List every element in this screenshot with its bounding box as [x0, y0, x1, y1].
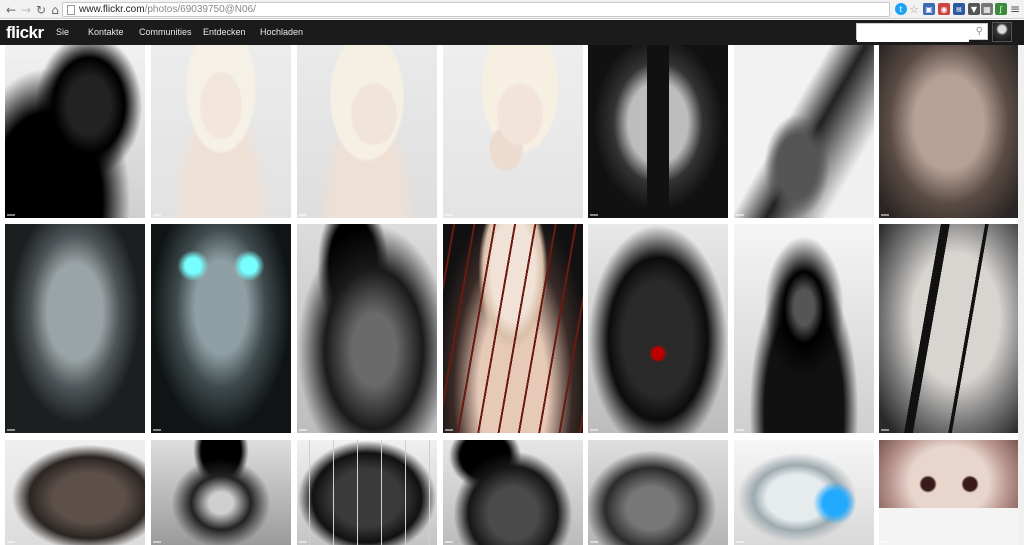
watermark: [153, 429, 161, 431]
extension-icon-1[interactable]: ▣: [923, 3, 935, 15]
photo-thumbnail[interactable]: [297, 440, 437, 545]
menu-icon[interactable]: ≡: [1009, 2, 1021, 16]
watermark: [590, 541, 598, 543]
nav-hochladen[interactable]: Hochladen: [260, 27, 303, 37]
watermark: [736, 429, 744, 431]
photo-thumbnail[interactable]: [734, 224, 874, 433]
photo-thumbnail[interactable]: [151, 224, 291, 433]
url-host: www.flickr.com: [79, 4, 145, 15]
photo-thumbnail[interactable]: [5, 440, 145, 545]
page-icon: [67, 4, 75, 15]
watermark: [590, 429, 598, 431]
photo-thumbnail[interactable]: [443, 440, 583, 545]
watermark: [7, 541, 15, 543]
back-icon[interactable]: ←: [3, 2, 19, 18]
search-box[interactable]: ⚲: [856, 23, 988, 42]
photo-thumbnail[interactable]: [297, 45, 437, 218]
forward-icon[interactable]: →: [18, 2, 34, 18]
photo-thumbnail[interactable]: [734, 440, 874, 545]
photo-thumbnail[interactable]: [879, 45, 1019, 218]
extension-icon-3[interactable]: ▤: [953, 3, 965, 15]
photo-thumbnail[interactable]: [297, 224, 437, 433]
photo-thumbnail[interactable]: [588, 440, 728, 545]
photo-thumbnail[interactable]: [879, 224, 1019, 433]
watermark: [590, 214, 598, 216]
watermark: [881, 541, 889, 543]
extension-icon-5[interactable]: ▦: [981, 3, 993, 15]
watermark: [881, 214, 889, 216]
watermark: [153, 214, 161, 216]
nav-communities[interactable]: Communities: [139, 27, 192, 37]
watermark: [7, 214, 15, 216]
watermark: [7, 429, 15, 431]
photo-thumbnail[interactable]: [151, 45, 291, 218]
photo-thumbnail[interactable]: [443, 45, 583, 218]
browser-toolbar: ← → ↻ ⌂ www.flickr.com /photos/69039750@…: [0, 0, 1024, 19]
photo-thumbnail[interactable]: [5, 45, 145, 218]
extension-icon-4[interactable]: ▼: [968, 3, 980, 15]
photo-thumbnail[interactable]: [879, 440, 1019, 545]
photo-thumbnail[interactable]: [734, 45, 874, 218]
watermark: [445, 214, 453, 216]
url-path: /photos/69039750@N06/: [144, 4, 256, 15]
photo-thumbnail[interactable]: [588, 224, 728, 433]
search-icon[interactable]: ⚲: [976, 26, 983, 37]
search-input[interactable]: [857, 27, 969, 42]
photo-thumbnail[interactable]: [443, 224, 583, 433]
watermark: [299, 429, 307, 431]
watermark: [153, 541, 161, 543]
extension-icon-6[interactable]: ʃ: [995, 3, 1007, 15]
scrollbar[interactable]: [1018, 45, 1024, 545]
watermark: [445, 541, 453, 543]
photo-thumbnail[interactable]: [588, 45, 728, 218]
watermark: [299, 541, 307, 543]
twitter-extension-icon[interactable]: t: [895, 3, 907, 15]
watermark: [299, 214, 307, 216]
watermark: [736, 541, 744, 543]
nav-kontakte[interactable]: Kontakte: [88, 27, 124, 37]
bookmark-star-icon[interactable]: ☆: [908, 3, 920, 16]
watermark: [445, 429, 453, 431]
watermark: [736, 214, 744, 216]
photo-thumbnail[interactable]: [151, 440, 291, 545]
nav-entdecken[interactable]: Entdecken: [203, 27, 246, 37]
home-icon[interactable]: ⌂: [47, 2, 63, 18]
avatar[interactable]: [992, 22, 1012, 42]
nav-sie[interactable]: Sie: [56, 27, 69, 37]
flickr-logo[interactable]: flickr: [6, 23, 44, 43]
watermark: [881, 429, 889, 431]
address-bar[interactable]: www.flickr.com /photos/69039750@N06/: [62, 2, 890, 17]
extension-icon-2[interactable]: ◉: [938, 3, 950, 15]
photo-thumbnail[interactable]: [5, 224, 145, 433]
